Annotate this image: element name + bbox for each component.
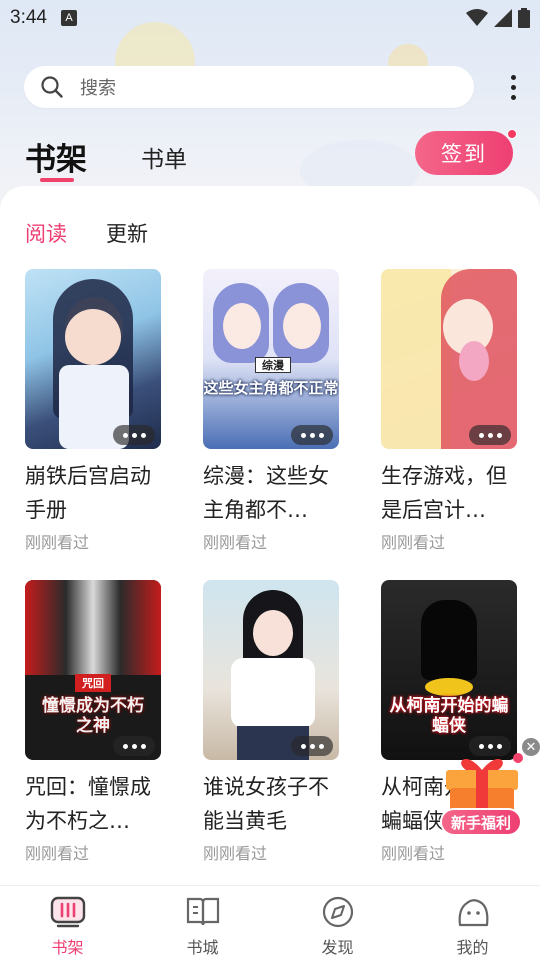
search-input[interactable]: 搜索: [24, 66, 474, 108]
more-dot: [510, 84, 516, 90]
book-status: 刚刚看过: [25, 533, 90, 552]
book-cover[interactable]: [203, 580, 339, 760]
book-more-button[interactable]: [291, 736, 333, 756]
nav-label: 我的: [456, 938, 489, 957]
status-icons: [466, 8, 530, 28]
book-card[interactable]: 生存游戏，但是后宫计… 刚刚看过: [381, 269, 517, 553]
subtab-updated[interactable]: 更新: [106, 218, 148, 248]
subtab-reading[interactable]: 阅读: [25, 218, 67, 248]
cover-art: [65, 309, 121, 365]
tab-bookshelf[interactable]: 书架: [25, 134, 87, 179]
book-more-button[interactable]: [469, 425, 511, 445]
status-time: 3:44: [10, 7, 47, 28]
tab-booklist[interactable]: 书单: [141, 140, 187, 174]
checkin-badge-dot: [507, 129, 517, 139]
signal-icon: [494, 9, 512, 27]
notification-icon: A: [60, 10, 77, 26]
nav-item-bookstore[interactable]: 书城: [135, 886, 270, 960]
bottom-nav: 书架 书城 发现 我的: [0, 885, 540, 960]
book-cover[interactable]: [25, 269, 161, 449]
book-status: 刚刚看过: [203, 844, 268, 863]
gift-label[interactable]: 新手福利: [440, 808, 522, 836]
nav-item-profile[interactable]: 我的: [405, 886, 540, 960]
book-more-button[interactable]: [113, 736, 155, 756]
search-icon: [41, 76, 63, 98]
gift-close-button[interactable]: ✕: [522, 738, 540, 756]
wifi-icon: [466, 9, 488, 26]
cover-art: [253, 610, 293, 656]
book-status: 刚刚看过: [381, 533, 446, 552]
cover-art: [25, 580, 161, 675]
nav-label: 发现: [321, 938, 354, 957]
profile-icon: [458, 899, 488, 927]
book-title: 咒回：憧憬成为不朽之…: [25, 775, 151, 833]
cover-art: [283, 303, 321, 349]
book-status: 刚刚看过: [203, 533, 268, 552]
cover-tag: 咒回: [75, 674, 111, 692]
more-dot: [510, 94, 516, 100]
cover-tag: 综漫: [255, 357, 291, 373]
book-card[interactable]: 谁说女孩子不能当黄毛 刚刚看过: [203, 580, 339, 864]
book-cover[interactable]: [381, 269, 517, 449]
book-title: 综漫：这些女主角都不…: [203, 464, 329, 522]
book-cover[interactable]: 咒回 憧憬成为不朽之神: [25, 580, 161, 760]
cover-art: [231, 658, 315, 728]
more-dot: [510, 74, 516, 80]
book-cover[interactable]: 综漫 这些女主角都不正常: [203, 269, 339, 449]
nav-label: 书城: [186, 938, 219, 957]
cover-title: 这些女主角都不正常: [203, 379, 339, 397]
tab-active-indicator: [40, 178, 74, 182]
cover-art: [459, 341, 489, 381]
bookshelf-icon: [50, 896, 85, 928]
more-options-button[interactable]: [502, 70, 524, 104]
book-card[interactable]: 咒回 憧憬成为不朽之神 咒回：憧憬成为不朽之… 刚刚看过: [25, 580, 161, 864]
nav-item-discover[interactable]: 发现: [270, 886, 405, 960]
book-more-button[interactable]: [291, 425, 333, 445]
book-status: 刚刚看过: [381, 844, 446, 863]
checkin-button[interactable]: 签到: [415, 131, 513, 175]
book-status: 刚刚看过: [25, 844, 90, 863]
search-placeholder: 搜索: [80, 78, 116, 99]
nav-item-bookshelf[interactable]: 书架: [0, 886, 135, 960]
cover-art: [425, 678, 473, 696]
nav-label: 书架: [51, 938, 84, 957]
book-more-button[interactable]: [113, 425, 155, 445]
battery-icon: [518, 8, 530, 28]
compass-icon: [322, 896, 353, 928]
bookstore-icon: [186, 897, 219, 926]
book-card[interactable]: 崩铁后宫启动手册 刚刚看过: [25, 269, 161, 553]
cover-art: [223, 303, 261, 349]
book-cover[interactable]: 从柯南开始的蝙蝠侠: [381, 580, 517, 760]
book-card[interactable]: 综漫 这些女主角都不正常 综漫：这些女主角都不… 刚刚看过: [203, 269, 339, 553]
cover-art: [421, 600, 477, 680]
book-title: 崩铁后宫启动手册: [25, 464, 151, 522]
cover-title: 憧憬成为不朽之神: [42, 696, 144, 736]
book-title: 谁说女孩子不能当黄毛: [203, 775, 329, 833]
book-title: 生存游戏，但是后宫计…: [381, 464, 507, 522]
status-bar: 3:44 A: [0, 0, 540, 36]
cover-title: 从柯南开始的蝙蝠侠: [389, 696, 509, 736]
